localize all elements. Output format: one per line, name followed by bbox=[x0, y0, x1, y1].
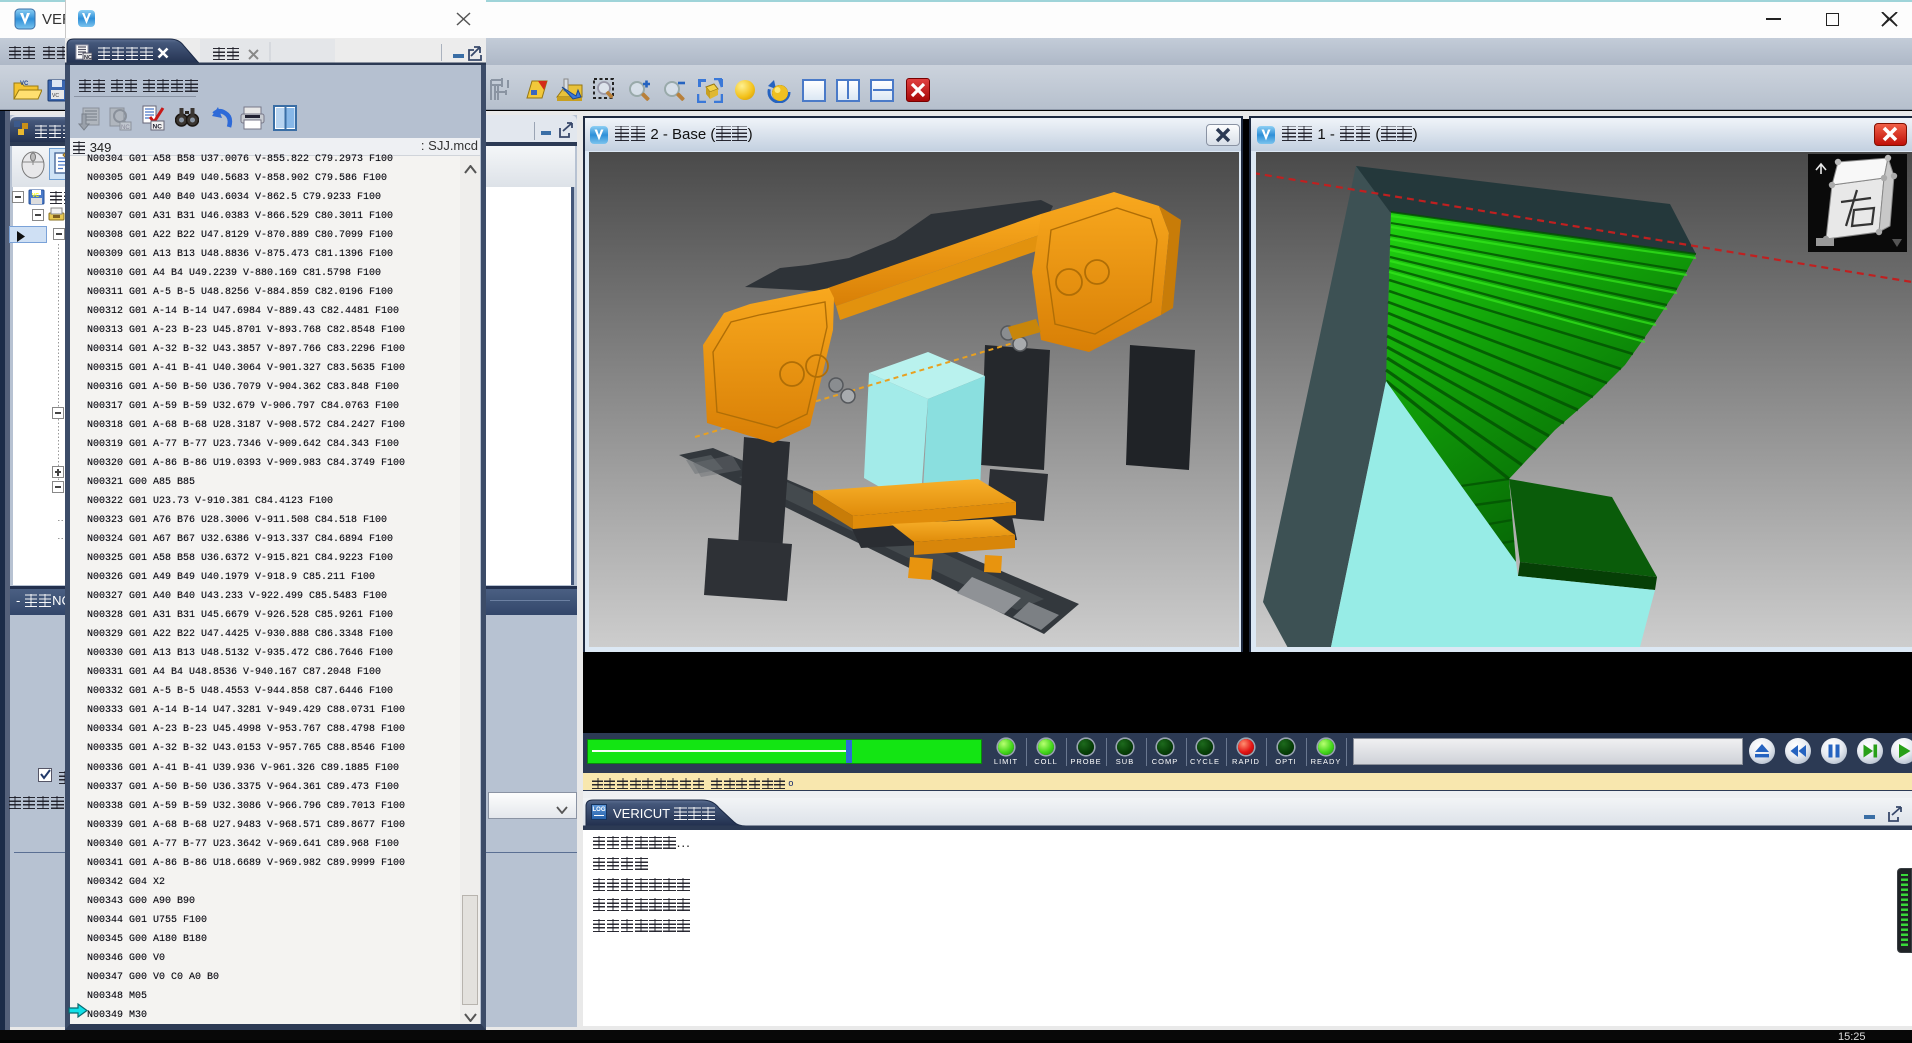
svg-text:VC: VC bbox=[20, 81, 29, 87]
svg-text:NC: NC bbox=[153, 124, 163, 131]
svg-text:VC: VC bbox=[32, 193, 39, 199]
svg-text:NC: NC bbox=[121, 125, 130, 131]
svg-text:NC: NC bbox=[84, 55, 92, 60]
svg-text:VC: VC bbox=[52, 93, 59, 99]
